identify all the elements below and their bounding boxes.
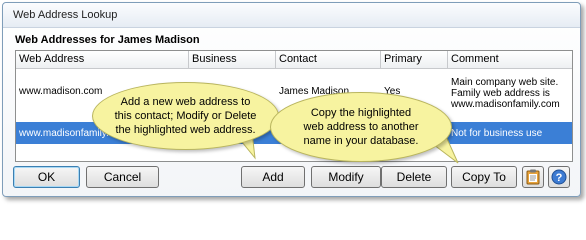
help-icon: ? — [551, 169, 567, 185]
callout-line: name in your database. — [303, 135, 419, 147]
ok-button[interactable]: OK — [13, 166, 80, 188]
section-title: Web Addresses for James Madison — [15, 34, 200, 46]
clipboard-icon — [526, 169, 540, 185]
column-header-primary[interactable]: Primary — [381, 51, 448, 68]
callout-line: this contact; Modify or Delete — [114, 110, 257, 122]
column-header-web-address[interactable]: Web Address — [16, 51, 189, 68]
title-bar: Web Address Lookup — [3, 3, 580, 28]
modify-button[interactable]: Modify — [311, 166, 381, 188]
column-header-business[interactable]: Business — [189, 51, 276, 68]
delete-button[interactable]: Delete — [381, 166, 447, 188]
copy-to-button[interactable]: Copy To — [451, 166, 517, 188]
add-button[interactable]: Add — [241, 166, 305, 188]
help-button[interactable]: ? — [548, 166, 570, 188]
cell-web-address: www.madison.com — [19, 86, 103, 97]
column-header-contact[interactable]: Contact — [276, 51, 381, 68]
comment-line: www.madisonfamily.com — [451, 99, 560, 110]
callout-line: web address to another — [303, 121, 419, 133]
comment-line: Main company web site. — [451, 77, 559, 88]
callout-add-modify: Add a new web address to this contact; M… — [92, 82, 279, 150]
svg-text:?: ? — [556, 172, 563, 184]
cancel-button[interactable]: Cancel — [86, 166, 159, 188]
comment-line: Family web address is — [451, 88, 550, 99]
table-header: Web Address Business Contact Primary Com… — [16, 51, 572, 69]
callout-line: Copy the highlighted — [310, 107, 412, 119]
clipboard-button[interactable] — [522, 166, 544, 188]
callout-line: Add a new web address to — [120, 96, 251, 108]
button-bar: OK Cancel Add Modify Delete Copy To ? — [3, 164, 580, 196]
lookup-window: Web Address Lookup Web Addresses for Jam… — [2, 2, 581, 197]
window-title: Web Address Lookup — [13, 9, 118, 21]
column-header-comment[interactable]: Comment — [448, 51, 572, 68]
callout-line: the highlighted web address. — [115, 124, 256, 136]
callout-copy: Copy the highlighted web address to anot… — [270, 92, 452, 162]
cell-comment: Main company web site. Family web addres… — [451, 77, 560, 110]
cell-comment: Not for business use — [451, 128, 543, 139]
